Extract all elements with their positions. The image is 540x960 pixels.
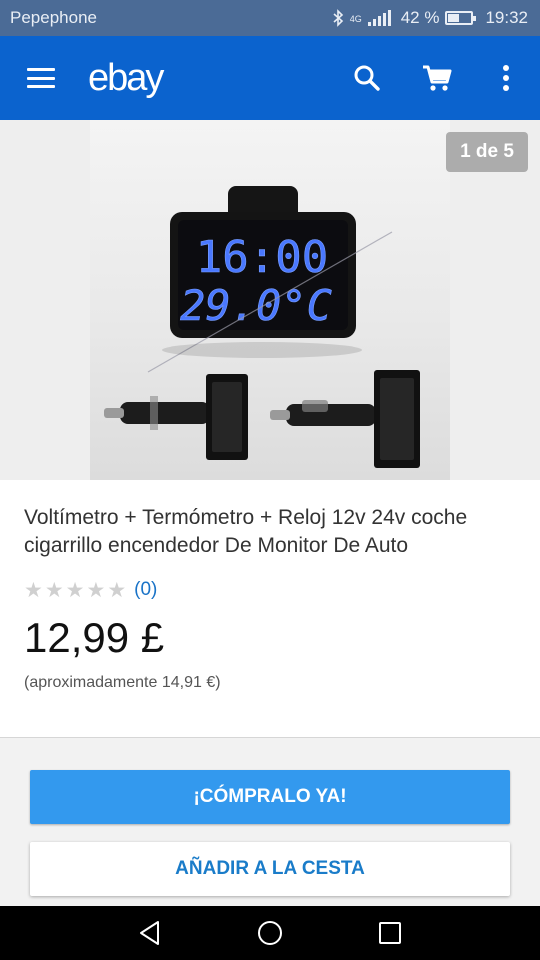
- more-vert-icon: [503, 65, 509, 91]
- battery-fill: [448, 14, 459, 22]
- recents-icon: [379, 922, 401, 944]
- home-button[interactable]: [210, 906, 330, 960]
- buy-now-button[interactable]: ¡CÓMPRALO YA!: [30, 770, 510, 824]
- star-rating: ★ ★ ★ ★ ★: [24, 580, 126, 601]
- battery-percent: 42 %: [400, 8, 440, 27]
- display-time: 16:00: [196, 232, 328, 283]
- add-to-cart-button[interactable]: AÑADIR A LA CESTA: [30, 842, 510, 896]
- product-photo: 16:00 29.0°C: [104, 186, 420, 468]
- app-bar: ebay: [0, 36, 540, 120]
- battery-icon: [445, 11, 477, 25]
- ebay-logo[interactable]: ebay: [88, 57, 332, 100]
- cart-icon: [423, 65, 452, 91]
- status-icons: 4G 42 % 19:32: [332, 8, 528, 28]
- bluetooth-icon: [333, 9, 343, 27]
- network-type-label: 4G: [349, 14, 362, 24]
- search-icon: [354, 65, 380, 91]
- product-info: Voltímetro + Termómetro + Reloj 12v 24v …: [0, 480, 540, 738]
- price: 12,99 £: [24, 614, 165, 661]
- star-icon: ★: [24, 578, 43, 602]
- star-icon: ★: [107, 578, 127, 602]
- carrier-name: Pepephone: [10, 8, 97, 27]
- more-options-button[interactable]: [472, 36, 540, 120]
- approximate-price: (aproximadamente 14,91 €): [24, 674, 221, 691]
- back-button[interactable]: [90, 906, 210, 960]
- star-icon: ★: [44, 578, 64, 602]
- search-button[interactable]: [332, 36, 402, 120]
- star-icon: ★: [86, 578, 106, 602]
- recents-button[interactable]: [330, 906, 450, 960]
- menu-icon: [27, 68, 55, 88]
- product-title: Voltímetro + Termómetro + Reloj 12v 24v …: [24, 506, 468, 557]
- home-icon: [258, 921, 282, 945]
- image-counter-badge: 1 de 5: [446, 132, 528, 172]
- signal-icon: [367, 10, 391, 26]
- menu-button[interactable]: [0, 36, 82, 120]
- cart-button[interactable]: [402, 36, 472, 120]
- system-nav-bar: [0, 906, 540, 960]
- status-bar: Pepephone 4G 42 % 19:32: [0, 0, 540, 36]
- clock: 19:32: [485, 8, 528, 27]
- rating-row[interactable]: ★ ★ ★ ★ ★ (0): [24, 576, 516, 604]
- review-count-link[interactable]: (0): [134, 579, 157, 601]
- star-icon: ★: [65, 578, 85, 602]
- back-icon: [140, 921, 159, 945]
- image-gallery[interactable]: 16:00 29.0°C 1 de 5: [0, 120, 540, 480]
- product-image[interactable]: 16:00 29.0°C: [90, 120, 450, 480]
- display-temperature: 29.0°C: [180, 281, 332, 330]
